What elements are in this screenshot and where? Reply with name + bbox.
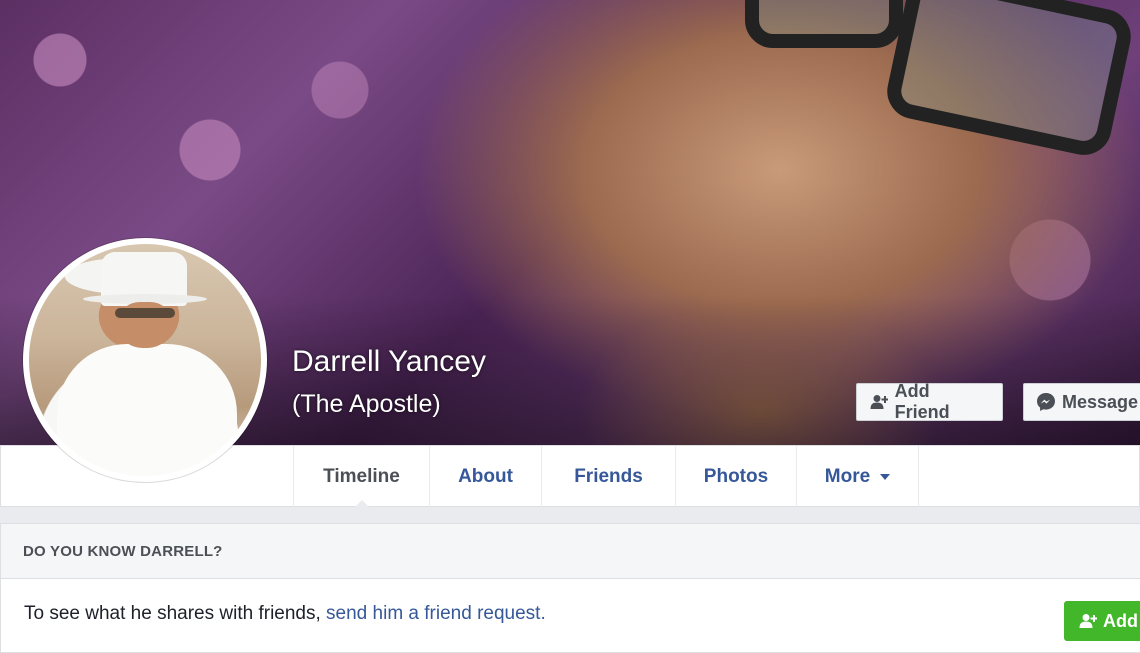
know-person-text: To see what he shares with friends, send… xyxy=(24,603,546,625)
tab-timeline[interactable]: Timeline xyxy=(293,446,429,508)
avatar-body xyxy=(57,344,237,476)
avatar-glasses xyxy=(115,308,175,318)
cover-glasses-right xyxy=(882,0,1136,161)
know-person-body: To see what he shares with friends, send… xyxy=(1,579,1140,649)
profile-picture[interactable] xyxy=(23,238,267,482)
caret-down-icon xyxy=(880,473,891,480)
tab-photos[interactable]: Photos xyxy=(675,446,796,507)
cover-glasses-left xyxy=(745,0,903,48)
tab-friends[interactable]: Friends xyxy=(541,446,675,507)
profile-tabs: Timeline About Friends Photos More xyxy=(293,446,919,508)
profile-name[interactable]: Darrell Yancey xyxy=(292,345,486,379)
tab-more[interactable]: More xyxy=(796,446,919,507)
message-label: Message xyxy=(1062,391,1139,412)
add-friend-green-button[interactable]: Add xyxy=(1064,601,1140,641)
add-friend-button[interactable]: Add Friend xyxy=(856,381,1003,422)
add-friend-icon xyxy=(869,392,889,412)
tab-about-label: About xyxy=(458,465,513,487)
add-friend-icon xyxy=(1079,613,1097,629)
messenger-icon xyxy=(1036,392,1056,412)
add-friend-label: Add Friend xyxy=(894,381,950,422)
know-person-card: DO YOU KNOW DARRELL? To see what he shar… xyxy=(0,523,1140,653)
know-person-title: DO YOU KNOW DARRELL? xyxy=(1,524,1140,579)
tab-more-label: More xyxy=(824,465,871,487)
tab-friends-label: Friends xyxy=(574,465,643,487)
profile-picture-image xyxy=(29,244,261,476)
tab-about[interactable]: About xyxy=(429,446,541,507)
profile-alternate-name: (The Apostle) xyxy=(292,390,441,418)
message-button[interactable]: Message xyxy=(1023,383,1140,421)
know-person-text-prefix: To see what he shares with friends, xyxy=(24,603,327,624)
add-friend-green-label: Add xyxy=(1103,610,1138,631)
tab-timeline-label: Timeline xyxy=(323,465,400,487)
send-friend-request-link[interactable]: send him a friend request. xyxy=(326,603,546,624)
tab-photos-label: Photos xyxy=(703,465,769,487)
